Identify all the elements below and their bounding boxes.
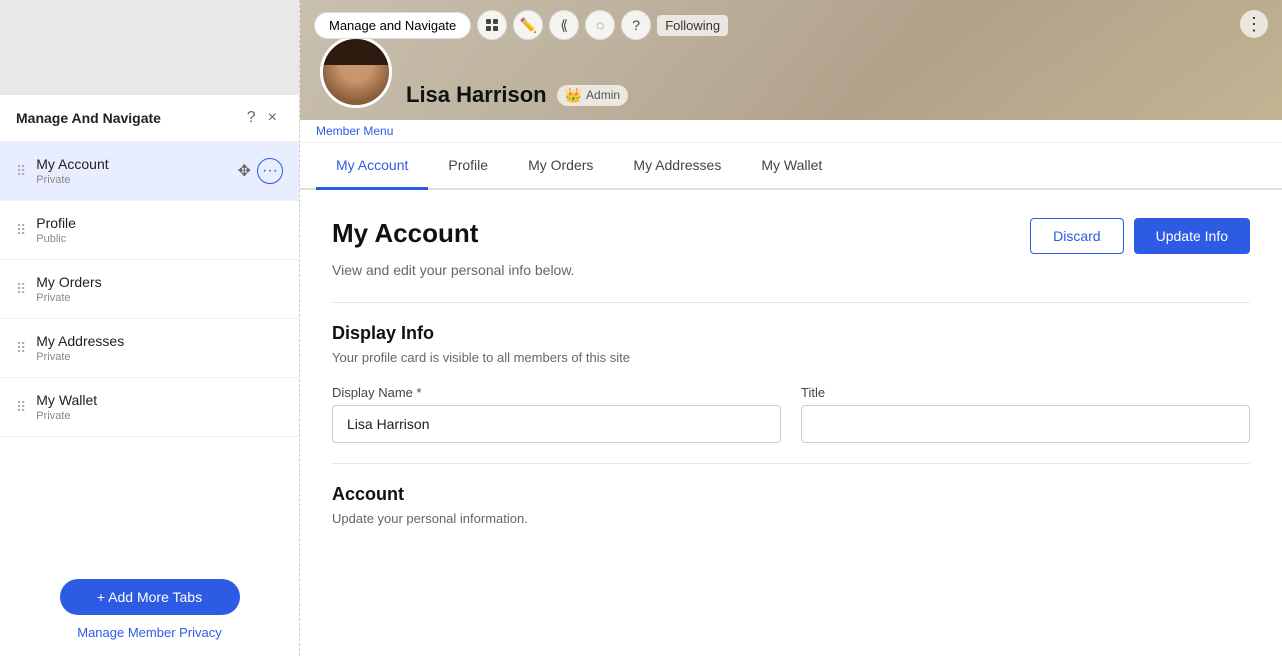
nav-item-my-account-text: My Account Private	[36, 156, 237, 186]
nav-item-my-orders[interactable]: ⠿ My Orders Private	[0, 260, 299, 319]
admin-label: Admin	[586, 88, 620, 102]
nav-item-profile-text: Profile Public	[36, 215, 283, 245]
help-button[interactable]: ?	[241, 107, 262, 129]
profile-name: Lisa Harrison	[406, 82, 547, 108]
close-button[interactable]: ×	[262, 107, 283, 129]
title-input[interactable]	[801, 405, 1250, 443]
display-info-title: Display Info	[332, 323, 1250, 344]
back-arrows-icon[interactable]: ⟪	[549, 10, 579, 40]
right-panel: Manage and Navigate ✏️ ⟪ ◌ ? Following L…	[300, 0, 1282, 656]
display-name-row: Display Name * Title	[332, 385, 1250, 443]
avatar	[320, 36, 392, 108]
nav-item-my-orders-text: My Orders Private	[36, 274, 283, 304]
divider-1	[332, 302, 1250, 303]
add-more-tabs-button[interactable]: + Add More Tabs	[60, 579, 240, 615]
nav-item-my-account-privacy: Private	[36, 174, 237, 186]
drag-handle-my-addresses[interactable]: ⠿	[16, 340, 26, 357]
following-label: Following	[657, 15, 728, 36]
help-circle-icon[interactable]: ?	[621, 10, 651, 40]
divider-2	[332, 463, 1250, 464]
nav-item-my-addresses-text: My Addresses Private	[36, 333, 283, 363]
drag-handle-my-orders[interactable]: ⠿	[16, 281, 26, 298]
manage-member-privacy-link[interactable]: Manage Member Privacy	[77, 625, 222, 640]
tab-my-orders[interactable]: My Orders	[508, 143, 613, 190]
nav-item-my-wallet-text: My Wallet Private	[36, 392, 283, 422]
toolbar: Manage and Navigate ✏️ ⟪ ◌ ? Following	[300, 10, 1282, 40]
crown-icon: 👑	[565, 87, 582, 104]
nav-item-my-orders-privacy: Private	[36, 292, 283, 304]
tabs-bar: My Account Profile My Orders My Addresse…	[300, 143, 1282, 190]
profile-header: Manage and Navigate ✏️ ⟪ ◌ ? Following L…	[300, 0, 1282, 120]
drag-handle-profile[interactable]: ⠿	[16, 222, 26, 239]
nav-item-my-addresses[interactable]: ⠿ My Addresses Private	[0, 319, 299, 378]
nav-item-my-wallet[interactable]: ⠿ My Wallet Private	[0, 378, 299, 437]
left-top-bg	[0, 0, 299, 95]
avatar-hair	[323, 39, 389, 65]
edit-icon[interactable]: ✏️	[513, 10, 543, 40]
more-btn-my-account[interactable]: ···	[257, 158, 283, 184]
nav-item-my-account[interactable]: ⠿ My Account Private ✥ ···	[0, 142, 299, 201]
drag-handle-my-account[interactable]: ⠿	[16, 163, 26, 180]
display-name-group: Display Name *	[332, 385, 781, 443]
nav-item-my-account-name: My Account	[36, 156, 237, 172]
update-info-button[interactable]: Update Info	[1134, 218, 1250, 254]
nav-item-my-addresses-name: My Addresses	[36, 333, 283, 349]
display-info-subtitle: Your profile card is visible to all memb…	[332, 350, 1250, 365]
nav-item-my-wallet-name: My Wallet	[36, 392, 283, 408]
circle-icon[interactable]: ◌	[585, 10, 615, 40]
member-menu-label: Member Menu	[300, 120, 1282, 143]
nav-items-list: ⠿ My Account Private ✥ ··· ⠿ Profile Pub…	[0, 142, 299, 559]
nav-item-profile-name: Profile	[36, 215, 283, 231]
manage-navigate-button[interactable]: Manage and Navigate	[314, 12, 471, 39]
nav-item-my-addresses-privacy: Private	[36, 351, 283, 363]
tab-my-account[interactable]: My Account	[316, 143, 428, 190]
page-title: My Account	[332, 218, 478, 249]
left-panel: Manage And Navigate ? × ⠿ My Account Pri…	[0, 0, 300, 656]
nav-item-my-account-actions: ✥ ···	[238, 158, 283, 184]
nav-item-my-wallet-privacy: Private	[36, 410, 283, 422]
account-section-subtitle: Update your personal information.	[332, 511, 1250, 526]
profile-avatar-wrap	[320, 36, 392, 108]
tab-profile[interactable]: Profile	[428, 143, 508, 190]
avatar-face	[323, 39, 389, 105]
discard-button[interactable]: Discard	[1030, 218, 1123, 254]
nav-item-profile[interactable]: ⠿ Profile Public	[0, 201, 299, 260]
manage-panel-title: Manage And Navigate	[16, 110, 241, 126]
manage-header: Manage And Navigate ? ×	[0, 95, 299, 142]
account-section-title: Account	[332, 484, 1250, 505]
nav-item-profile-privacy: Public	[36, 233, 283, 245]
move-icon-my-account[interactable]: ✥	[238, 161, 251, 181]
page-header: My Account Discard Update Info	[332, 218, 1250, 254]
header-actions: Discard Update Info	[1030, 218, 1250, 254]
title-label: Title	[801, 385, 1250, 400]
tab-my-wallet[interactable]: My Wallet	[741, 143, 842, 190]
left-footer: + Add More Tabs Manage Member Privacy	[0, 559, 299, 656]
main-content: My Account Discard Update Info View and …	[300, 190, 1282, 656]
tab-my-addresses[interactable]: My Addresses	[613, 143, 741, 190]
layout-icon[interactable]	[477, 10, 507, 40]
display-name-input[interactable]	[332, 405, 781, 443]
nav-item-my-orders-name: My Orders	[36, 274, 283, 290]
drag-handle-my-wallet[interactable]: ⠿	[16, 399, 26, 416]
title-group: Title	[801, 385, 1250, 443]
profile-info: Lisa Harrison 👑 Admin	[406, 82, 628, 108]
admin-badge: 👑 Admin	[557, 85, 628, 106]
display-name-label: Display Name *	[332, 385, 781, 400]
page-subtitle: View and edit your personal info below.	[332, 262, 1250, 278]
